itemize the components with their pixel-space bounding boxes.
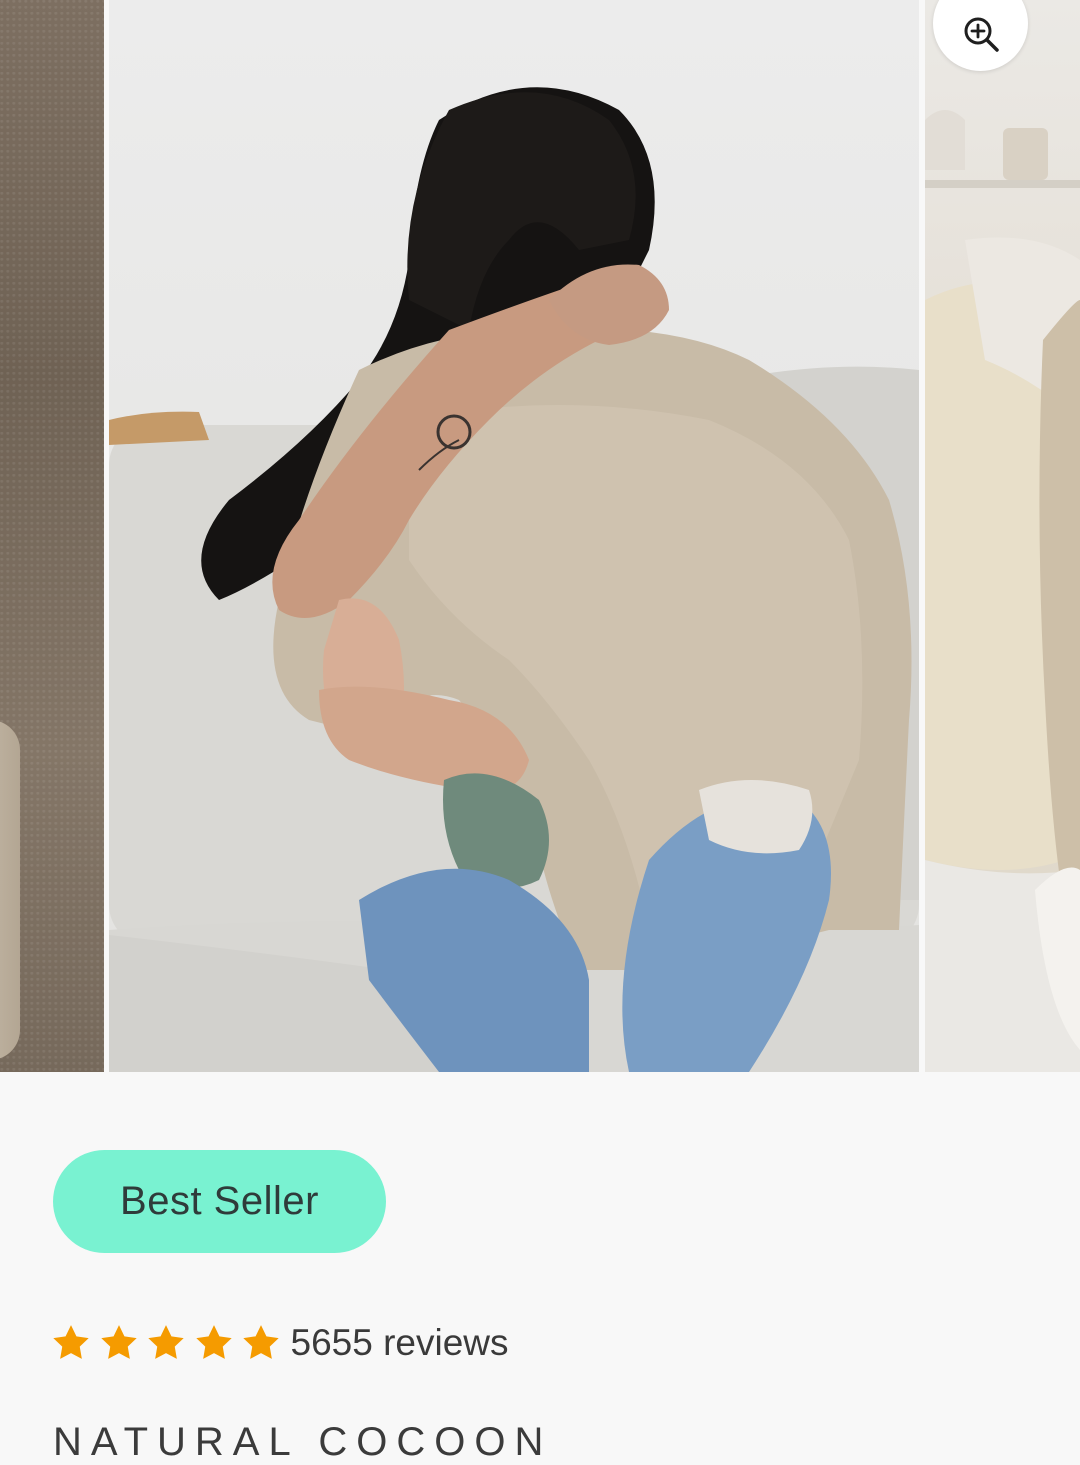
best-seller-badge: Best Seller <box>53 1150 386 1253</box>
zoom-in-icon <box>964 17 999 52</box>
star-icon <box>100 1325 137 1359</box>
previous-product-image[interactable] <box>0 0 104 1072</box>
star-icon <box>195 1325 232 1359</box>
star-rating <box>50 1322 288 1364</box>
star-icon <box>53 1325 89 1359</box>
product-image-carousel[interactable] <box>0 0 1080 1072</box>
badge-label: Best Seller <box>120 1179 319 1223</box>
current-product-image[interactable] <box>109 0 919 1072</box>
star-icon <box>243 1325 279 1359</box>
product-title: NATURAL COCOON <box>53 1420 553 1464</box>
product-photo <box>109 87 919 1072</box>
star-icon <box>148 1325 184 1359</box>
review-count-link[interactable]: 5655 reviews <box>291 1322 509 1364</box>
rating-summary[interactable]: 5655 reviews <box>50 1316 509 1370</box>
pillow-edge <box>0 720 20 1060</box>
product-photo-next <box>925 110 1080 1072</box>
next-product-image[interactable] <box>925 0 1080 1072</box>
